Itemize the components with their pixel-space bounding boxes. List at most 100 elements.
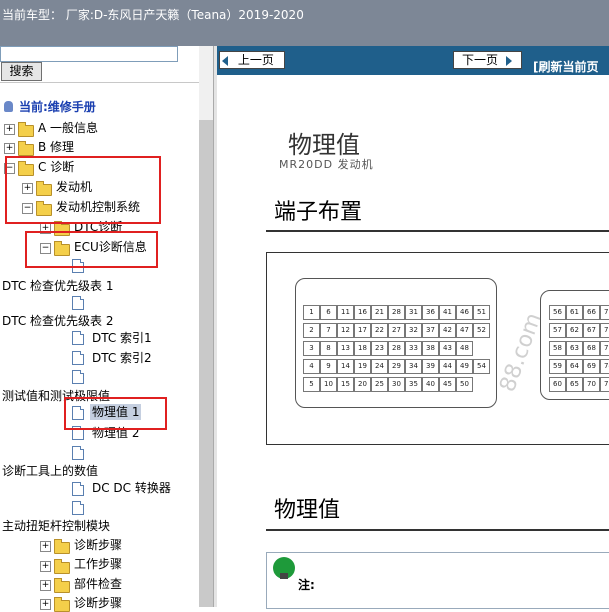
tree-item-dtc-index-2[interactable]: DTC 索引2 — [92, 350, 152, 366]
pin-cell: 16 — [354, 305, 371, 320]
pin-cell: 69 — [583, 359, 600, 374]
prev-page-label: 上一页 — [237, 53, 274, 67]
folder-icon — [54, 559, 70, 574]
document-icon — [72, 501, 84, 515]
highlight-box — [64, 397, 167, 430]
folder-icon — [54, 578, 70, 593]
pin-cell: 71 — [600, 305, 609, 320]
pin-cell: 67 — [583, 323, 600, 338]
pin-cell: 52 — [473, 323, 490, 338]
pin-cell: 28 — [388, 305, 405, 320]
pin-cell: 44 — [439, 359, 456, 374]
pin-cell: 29 — [388, 359, 405, 374]
pin-cell: 65 — [566, 377, 583, 392]
title-strip — [0, 28, 609, 46]
tree-item-tool-values[interactable]: 诊断工具上的数值 — [2, 463, 98, 479]
refresh-link[interactable]: [刷新当前页 — [533, 58, 599, 75]
pin-cell: 47 — [456, 323, 473, 338]
section-terminal-layout: 端子布置 — [274, 200, 363, 225]
pin-cell: 63 — [566, 341, 583, 356]
expand-icon[interactable]: + — [40, 580, 51, 591]
tree-item-torque-rod[interactable]: 主动扭矩杆控制模块 — [2, 518, 110, 534]
note-box — [266, 552, 609, 609]
pin-cell: 11 — [337, 305, 354, 320]
next-page-button[interactable]: 下一页 — [453, 51, 522, 69]
pin-cell: 8 — [320, 341, 337, 356]
pin-cell: 5 — [303, 377, 320, 392]
section-rule — [266, 230, 609, 232]
tree-scrollbar-thumb[interactable] — [199, 120, 213, 607]
pin-cell: 10 — [320, 377, 337, 392]
window-title: 当前车型： 厂家:D-东风日产天籁（Teana）2019-2020 — [2, 8, 304, 22]
pin-cell: 38 — [422, 341, 439, 356]
document-icon — [72, 446, 84, 460]
pin-cell: 46 — [456, 305, 473, 320]
folder-icon — [54, 597, 70, 612]
folder-icon — [18, 122, 34, 137]
pin-cell: 72 — [600, 323, 609, 338]
pin-cell: 31 — [405, 305, 422, 320]
pin-cell: 4 — [303, 359, 320, 374]
pin-cell: 19 — [354, 359, 371, 374]
pin-cell: 30 — [388, 377, 405, 392]
pin-cell: 50 — [456, 377, 473, 392]
tree-root-label[interactable]: 当前:维修手册 — [19, 99, 96, 115]
pin-cell: 75 — [600, 377, 609, 392]
pin-cell: 14 — [337, 359, 354, 374]
terminal-diagram: 1 6 11 16 21 28 31 36 41 46 51 2 7 12 17 22 27 32 37 42 47 52… — [266, 252, 609, 445]
pin-cell: 62 — [566, 323, 583, 338]
tree-item-diag-steps-2[interactable]: 诊断步骤 — [74, 595, 122, 611]
left-divider — [0, 82, 213, 83]
tree-item-dcdc[interactable]: DC DC 转换器 — [92, 480, 171, 496]
tree-item-work-steps[interactable]: 工作步骤 — [74, 556, 122, 572]
expand-icon[interactable]: + — [4, 124, 15, 135]
pin-cell: 1 — [303, 305, 320, 320]
doc-heading: 物理值 — [288, 131, 360, 159]
tree-item-dtc-priority-2[interactable]: DTC 检查优先级表 2 — [2, 313, 114, 329]
tree-item-a[interactable]: A 一般信息 — [38, 120, 98, 136]
pin-cell: 58 — [549, 341, 566, 356]
next-page-label: 下一页 — [462, 53, 499, 67]
prev-page-button[interactable]: 上一页 — [219, 51, 285, 69]
search-button[interactable]: 搜索 — [1, 62, 42, 81]
pin-cell: 40 — [422, 377, 439, 392]
lightbulb-icon — [273, 557, 295, 579]
pin-cell: 6 — [320, 305, 337, 320]
pin-cell: 7 — [320, 323, 337, 338]
expand-icon[interactable]: + — [40, 599, 51, 610]
pin-cell: 64 — [566, 359, 583, 374]
pin-cell: 42 — [439, 323, 456, 338]
pin-cell: 54 — [473, 359, 490, 374]
pin-cell: 74 — [600, 359, 609, 374]
expand-icon[interactable]: + — [40, 561, 51, 572]
pin-cell: 9 — [320, 359, 337, 374]
document-icon — [72, 370, 84, 384]
tree-item-dtc-index-1[interactable]: DTC 索引1 — [92, 330, 152, 346]
pin-cell: 28 — [388, 341, 405, 356]
pin-cell: 32 — [405, 323, 422, 338]
search-input[interactable] — [0, 46, 178, 62]
tree-item-b[interactable]: B 修理 — [38, 139, 74, 155]
note-label: 注: — [298, 578, 315, 592]
pin-cell: 73 — [600, 341, 609, 356]
tree-item-diag-steps[interactable]: 诊断步骤 — [74, 537, 122, 553]
expand-icon[interactable]: + — [40, 541, 51, 552]
tree-item-component-check[interactable]: 部件检查 — [74, 576, 122, 592]
pin-cell: 25 — [371, 377, 388, 392]
pin-cell: 59 — [549, 359, 566, 374]
expand-icon[interactable]: + — [4, 143, 15, 154]
tree-item-dtc-priority-1[interactable]: DTC 检查优先级表 1 — [2, 278, 114, 294]
pin-cell: 15 — [337, 377, 354, 392]
document-icon — [72, 331, 84, 345]
pin-cell: 61 — [566, 305, 583, 320]
pin-cell: 57 — [549, 323, 566, 338]
pin-cell: 48 — [456, 341, 473, 356]
pin-cell: 70 — [583, 377, 600, 392]
pin-cell: 2 — [303, 323, 320, 338]
pin-cell: 36 — [422, 305, 439, 320]
pin-cell: 13 — [337, 341, 354, 356]
pin-cell: 43 — [439, 341, 456, 356]
pin-cell: 37 — [422, 323, 439, 338]
pin-cell: 45 — [439, 377, 456, 392]
engine-label: MR20DD 发动机 — [279, 158, 374, 171]
